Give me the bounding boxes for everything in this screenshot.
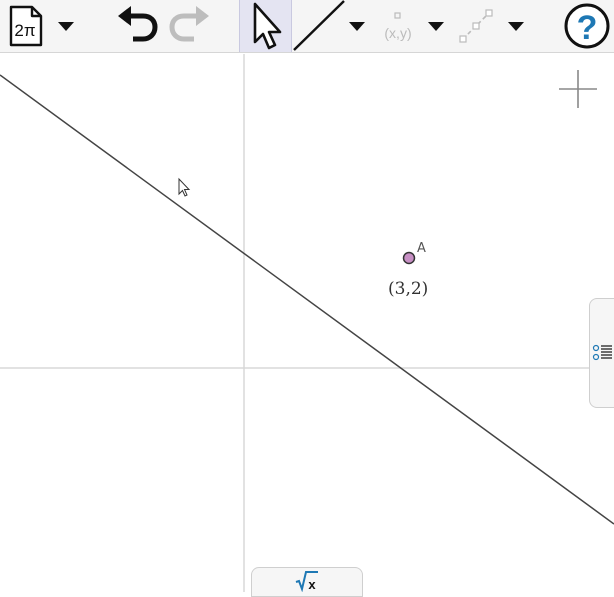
graphics-drawing: [0, 54, 614, 592]
move-cursor-icon: [253, 2, 281, 50]
point-a[interactable]: [402, 251, 416, 265]
svg-text:?: ?: [577, 9, 598, 47]
new-file-button[interactable]: 2π: [4, 0, 48, 52]
move-tool-button[interactable]: [239, 0, 292, 52]
point-tool-button[interactable]: (x,y): [374, 0, 424, 52]
algebra-view-toggle[interactable]: [589, 298, 614, 408]
segment-tool-icon: [459, 9, 493, 43]
line-tool-icon: [293, 0, 345, 51]
dropdown-icon: [508, 22, 524, 31]
point-tool-icon: (x,y): [384, 12, 412, 41]
document-icon: 2π: [9, 5, 43, 47]
point-a-name-label: A: [417, 241, 426, 256]
file-menu-dropdown[interactable]: [54, 0, 78, 52]
undo-icon: [118, 6, 158, 42]
plus-icon[interactable]: [558, 69, 598, 109]
redo-button[interactable]: [166, 0, 214, 52]
point-a-coords-label: (3,2): [388, 279, 429, 299]
segment-tool-dropdown[interactable]: [504, 0, 528, 52]
input-bar-toggle[interactable]: x: [251, 567, 363, 597]
dropdown-icon: [349, 22, 365, 31]
help-icon: ?: [564, 3, 610, 49]
dropdown-icon: [428, 22, 444, 31]
help-button[interactable]: ?: [562, 0, 612, 52]
redo-icon: [169, 6, 209, 42]
point-tool-dropdown[interactable]: [424, 0, 448, 52]
segment-tool-button[interactable]: [455, 0, 497, 52]
graph-line[interactable]: [0, 74, 614, 525]
line-tool-button[interactable]: [292, 0, 346, 52]
undo-button[interactable]: [113, 0, 161, 52]
new-file-label: 2π: [14, 21, 35, 40]
graphics-view[interactable]: A (3,2): [0, 54, 614, 592]
sqrt-x-icon: x: [295, 571, 318, 592]
line-tool-dropdown[interactable]: [345, 0, 369, 52]
algebra-list-icon: [592, 344, 612, 361]
point-tool-label: (x,y): [384, 25, 411, 41]
mouse-cursor-icon: [178, 177, 191, 197]
dropdown-icon: [58, 22, 74, 31]
toolbar: 2π (x,y) ?: [0, 0, 614, 53]
sqrt-x-text: x: [308, 577, 316, 592]
